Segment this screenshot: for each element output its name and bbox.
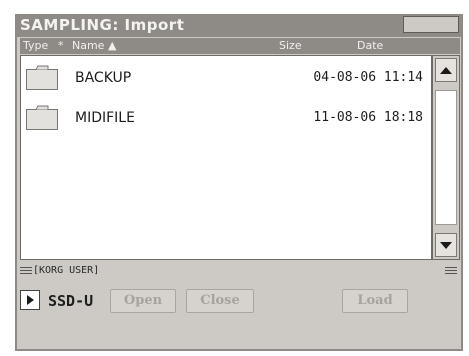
close-button[interactable]: Close <box>186 289 254 313</box>
device-selector[interactable]: SSD-U <box>20 290 106 312</box>
column-name[interactable]: Name ▲ <box>72 38 116 54</box>
column-type[interactable]: Type <box>23 38 48 54</box>
column-header: Type * Name ▲ Size Date <box>20 38 460 54</box>
arrow-up-icon <box>440 66 452 74</box>
list-item[interactable]: MIDIFILE 11-08-06 18:18 <box>21 98 431 138</box>
folder-icon <box>26 105 58 130</box>
column-size[interactable]: Size <box>279 38 302 54</box>
scroll-down-button[interactable] <box>435 233 457 257</box>
load-button[interactable]: Load <box>342 289 408 313</box>
list-item[interactable]: BACKUP 04-08-06 11:14 <box>21 58 431 98</box>
scroll-track[interactable] <box>435 90 457 225</box>
file-date: 11-08-06 18:18 <box>313 110 423 125</box>
column-type-separator: * <box>58 39 64 52</box>
folder-icon <box>26 65 58 90</box>
scroll-up-button[interactable] <box>435 58 457 82</box>
menu-lines-icon <box>20 267 32 275</box>
column-date[interactable]: Date <box>357 38 383 54</box>
device-label: SSD-U <box>48 292 94 310</box>
title-bar-button[interactable] <box>403 16 459 33</box>
device-menu-button[interactable] <box>20 290 40 310</box>
window-title: SAMPLING: Import <box>20 16 185 34</box>
file-name: MIDIFILE <box>75 110 135 126</box>
triangle-right-icon <box>27 295 34 305</box>
file-list[interactable]: BACKUP 04-08-06 11:14 MIDIFILE 11-08-06 … <box>20 55 432 260</box>
arrow-down-icon <box>440 241 452 249</box>
vertical-scrollbar[interactable] <box>432 55 460 260</box>
open-button[interactable]: Open <box>110 289 176 313</box>
path-bar: [KORG USER] <box>15 262 463 280</box>
file-date: 04-08-06 11:14 <box>313 70 423 85</box>
menu-lines-icon <box>445 267 457 275</box>
file-name: BACKUP <box>75 70 132 86</box>
current-path: [KORG USER] <box>33 265 100 276</box>
